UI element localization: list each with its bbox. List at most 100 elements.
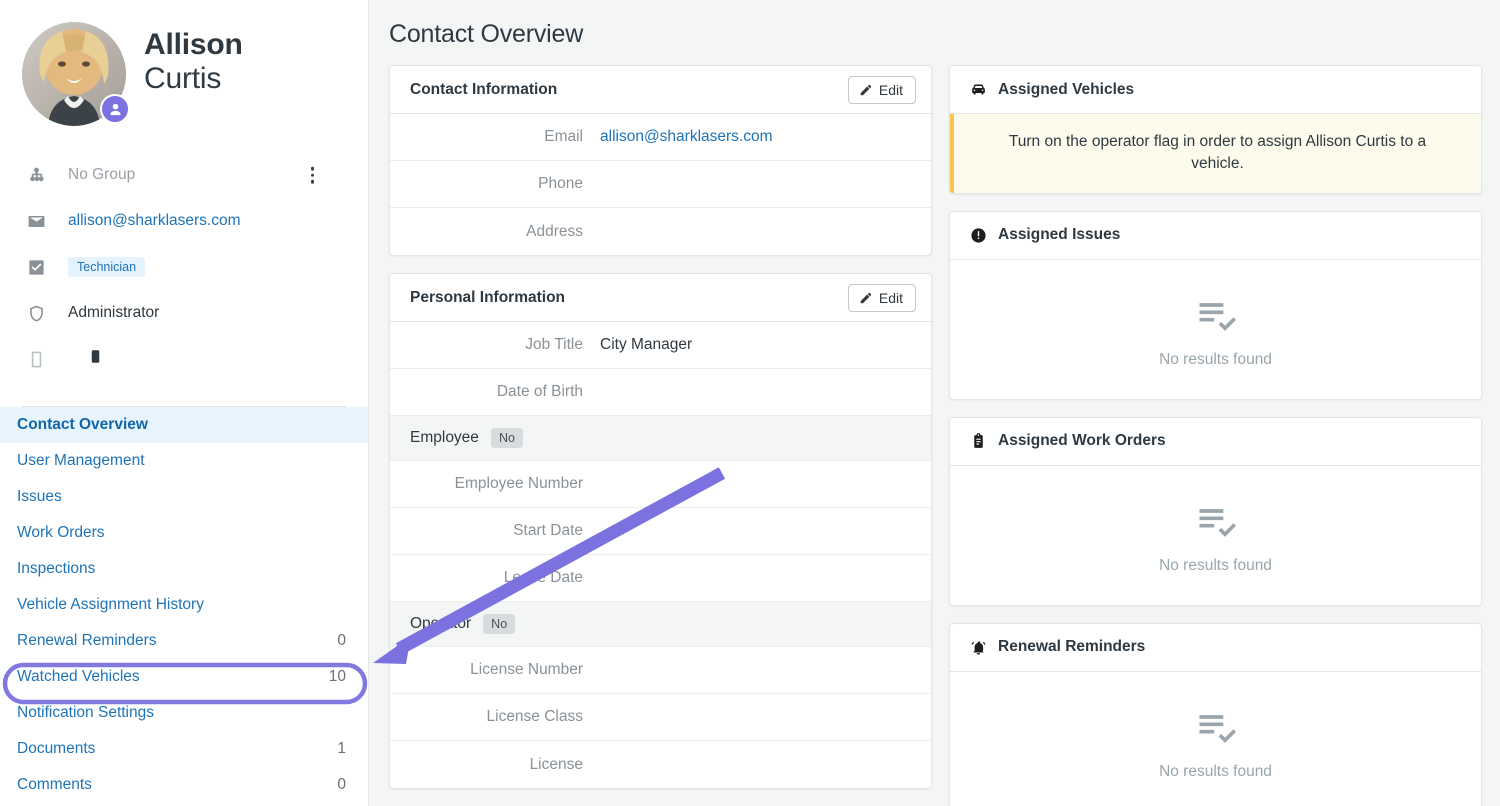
field-label: Leave Date xyxy=(410,569,600,587)
profile-role-row: Administrator xyxy=(22,290,346,336)
sidebar-item-documents[interactable]: Documents 1 xyxy=(0,731,368,767)
section-label: Operator xyxy=(410,615,471,633)
page-title: Contact Overview xyxy=(389,20,1482,49)
sidebar-item-work-orders[interactable]: Work Orders xyxy=(0,515,368,551)
operator-flag-warning: Turn on the operator flag in order to as… xyxy=(950,114,1481,193)
field-label: Date of Birth xyxy=(410,383,600,401)
sidebar-item-label: Inspections xyxy=(17,560,95,578)
content-columns: Contact Information Edit Email allison@s… xyxy=(389,65,1482,806)
profile-meta-list: No Group allison@sharklasers.com Technic… xyxy=(22,152,346,382)
section-row-operator: Operator No xyxy=(390,602,931,647)
no-results-icon xyxy=(1194,500,1238,544)
sidebar-item-vehicle-assignment-history[interactable]: Vehicle Assignment History xyxy=(0,587,368,623)
sidebar-item-count: 1 xyxy=(337,740,346,758)
avatar-wrapper xyxy=(22,22,126,126)
field-label: Start Date xyxy=(410,522,600,540)
field-row-license-class: License Class xyxy=(390,694,931,741)
sidebar-item-notification-settings[interactable]: Notification Settings xyxy=(0,695,368,731)
sidebar-item-inspections[interactable]: Inspections xyxy=(0,551,368,587)
field-value: City Manager xyxy=(600,336,692,354)
card-header: Renewal Reminders xyxy=(950,624,1481,672)
sidebar-item-label: Contact Overview xyxy=(17,416,148,434)
profile-tag-row: Technician xyxy=(22,244,346,290)
sidebar-item-contact-overview[interactable]: Contact Overview xyxy=(0,407,368,443)
assigned-issues-card: Assigned Issues No results found xyxy=(949,211,1482,400)
card-header: Assigned Issues xyxy=(950,212,1481,260)
sidebar-item-comments[interactable]: Comments 0 xyxy=(0,767,368,803)
assigned-vehicles-card: Assigned Vehicles Turn on the operator f… xyxy=(949,65,1482,194)
no-results-icon xyxy=(1194,294,1238,338)
field-label: Phone xyxy=(410,175,600,193)
group-icon xyxy=(24,166,48,185)
profile-header: Allison Curtis xyxy=(22,22,346,126)
field-row-date-of-birth: Date of Birth xyxy=(390,369,931,416)
edit-label: Edit xyxy=(879,290,903,306)
phone-outline-icon xyxy=(24,350,48,369)
sidebar-item-label: Notification Settings xyxy=(17,704,154,722)
left-column: Contact Information Edit Email allison@s… xyxy=(389,65,932,806)
more-vertical-icon[interactable] xyxy=(307,163,319,188)
card-header: Assigned Work Orders xyxy=(950,418,1481,466)
field-row-leave-date: Leave Date xyxy=(390,555,931,602)
card-title: Assigned Work Orders xyxy=(998,432,1166,450)
assigned-work-orders-card: Assigned Work Orders No results found xyxy=(949,417,1482,606)
card-title: Contact Information xyxy=(410,81,557,99)
contact-overview-page: Allison Curtis No Group a xyxy=(0,0,1500,806)
field-value: allison@sharklasers.com xyxy=(600,128,773,146)
mail-icon xyxy=(24,212,48,231)
empty-state-label: No results found xyxy=(1159,763,1272,781)
sidebar-nav: Contact Overview User Management Issues … xyxy=(0,407,368,803)
field-row-email: Email allison@sharklasers.com xyxy=(390,114,931,161)
field-row-license: License xyxy=(390,741,931,788)
field-label: Address xyxy=(410,223,600,241)
empty-state: No results found xyxy=(950,466,1481,605)
technician-tag[interactable]: Technician xyxy=(68,257,145,277)
no-results-icon xyxy=(1194,706,1238,750)
empty-state: No results found xyxy=(950,260,1481,399)
sidebar: Allison Curtis No Group a xyxy=(0,0,369,806)
sidebar-item-label: Renewal Reminders xyxy=(17,632,157,650)
field-row-employee-number: Employee Number xyxy=(390,461,931,508)
profile-email-link[interactable]: allison@sharklasers.com xyxy=(68,212,241,230)
pencil-icon xyxy=(859,291,873,305)
card-header: Personal Information Edit xyxy=(390,274,931,322)
card-header-left: Assigned Vehicles xyxy=(970,81,1134,99)
sidebar-item-user-management[interactable]: User Management xyxy=(0,443,368,479)
sidebar-item-count: 0 xyxy=(337,632,346,650)
sidebar-item-issues[interactable]: Issues xyxy=(0,479,368,515)
profile-email-row: allison@sharklasers.com xyxy=(22,198,346,244)
edit-personal-information-button[interactable]: Edit xyxy=(848,284,916,312)
field-label: License xyxy=(410,756,600,774)
sidebar-item-renewal-reminders[interactable]: Renewal Reminders 0 xyxy=(0,623,368,659)
profile-panel: Allison Curtis No Group a xyxy=(0,0,368,407)
pencil-icon xyxy=(859,83,873,97)
field-label: Email xyxy=(410,128,600,146)
email-value-link[interactable]: allison@sharklasers.com xyxy=(600,128,773,145)
operator-flag-badge: No xyxy=(483,614,515,634)
sidebar-item-label: Work Orders xyxy=(17,524,105,542)
phone-filled-icon xyxy=(88,349,103,369)
profile-role-label: Administrator xyxy=(68,304,159,322)
card-header: Contact Information Edit xyxy=(390,66,931,114)
edit-contact-information-button[interactable]: Edit xyxy=(848,76,916,104)
bell-icon xyxy=(970,639,987,656)
field-row-job-title: Job Title City Manager xyxy=(390,322,931,369)
sidebar-item-watched-vehicles[interactable]: Watched Vehicles 10 xyxy=(0,659,368,695)
empty-state-label: No results found xyxy=(1159,351,1272,369)
first-name: Allison xyxy=(144,28,243,62)
sidebar-item-label: Documents xyxy=(17,740,95,758)
sidebar-item-label: Watched Vehicles xyxy=(17,668,140,686)
alert-circle-icon xyxy=(970,227,987,244)
card-header-left: Assigned Work Orders xyxy=(970,432,1166,450)
main-content: Contact Overview Contact Information Edi… xyxy=(369,0,1500,806)
field-label: Employee Number xyxy=(410,475,600,493)
section-label: Employee xyxy=(410,429,479,447)
field-row-license-number: License Number xyxy=(390,647,931,694)
sidebar-item-label: User Management xyxy=(17,452,145,470)
car-icon xyxy=(970,81,987,98)
right-column: Assigned Vehicles Turn on the operator f… xyxy=(949,65,1482,806)
personal-information-card: Personal Information Edit Job Title City… xyxy=(389,273,932,789)
person-badge-icon xyxy=(100,94,130,124)
field-row-address: Address xyxy=(390,208,931,255)
group-value: No Group xyxy=(68,166,135,184)
